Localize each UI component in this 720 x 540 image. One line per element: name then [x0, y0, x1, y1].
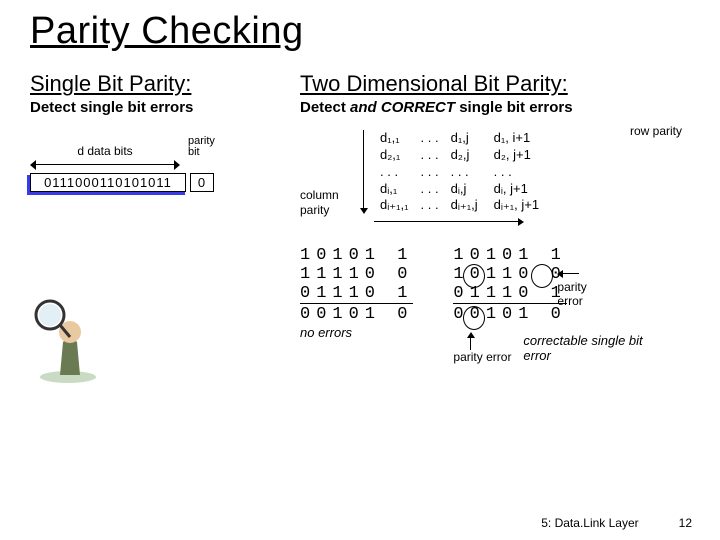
page-number: 12	[679, 516, 692, 530]
two-d-desc: Detect and CORRECT single bit errors	[300, 99, 690, 116]
desc-pre: Detect	[300, 99, 350, 116]
double-arrow-icon	[30, 160, 180, 170]
d-data-bits-label: d data bits	[30, 144, 180, 158]
arrow-down-icon	[360, 130, 368, 214]
data-bits-box: 0111000110101011	[30, 173, 186, 192]
arrow-right-icon	[374, 218, 524, 226]
column-parity-label: column parity	[300, 188, 355, 218]
single-parity-diagram: d data bits parity bit 0111000110101011 …	[30, 136, 280, 197]
chapter-label: 5: Data.Link Layer	[541, 516, 638, 530]
two-d-parity-section: Two Dimensional Bit Parity: Detect and C…	[300, 71, 690, 387]
magnifier-person-icon	[30, 287, 110, 387]
desc-post: single bit errors	[455, 99, 573, 116]
with-error-block: 10101 1 10110 0 01110 1 00101 0 parity e…	[453, 246, 566, 324]
single-bit-heading: Single Bit Parity:	[30, 71, 280, 97]
slide-title: Parity Checking	[30, 10, 690, 53]
desc-em: and CORRECT	[350, 99, 455, 116]
parity-bit-label: parity bit	[188, 136, 228, 158]
col-parity-error-circle-icon	[463, 306, 485, 330]
no-error-block: 10101 1 11110 0 01110 1 00101 0 no error…	[300, 246, 413, 340]
row-parity-label: row parity	[630, 124, 690, 139]
parity-example-blocks: 10101 1 11110 0 01110 1 00101 0 no error…	[300, 246, 690, 340]
parity-matrix-diagram: row parity column parity d₁,₁. . .d₁,jd₁…	[300, 130, 690, 230]
parity-error-row-annotation: parity error	[557, 266, 586, 308]
slide-footer: 5: Data.Link Layer 12	[541, 516, 692, 530]
two-d-heading: Two Dimensional Bit Parity:	[300, 71, 690, 97]
single-bit-desc: Detect single bit errors	[30, 99, 280, 116]
parity-bit-box: 0	[190, 173, 214, 192]
correctable-caption: correctable single bit error	[523, 333, 643, 363]
no-errors-caption: no errors	[300, 325, 413, 340]
parity-error-col-annotation: parity error	[453, 332, 511, 364]
single-bit-parity-section: Single Bit Parity: Detect single bit err…	[30, 71, 280, 387]
